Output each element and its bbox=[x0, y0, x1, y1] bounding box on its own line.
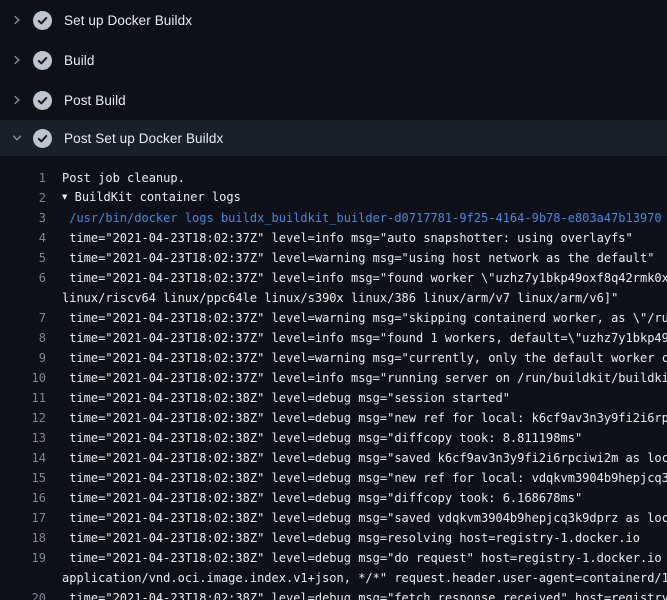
step-header-post-set-up-docker-buildx[interactable]: Post Set up Docker Buildx bbox=[0, 120, 667, 156]
log-line-number[interactable]: 12 bbox=[0, 408, 46, 428]
chevron-right-icon bbox=[10, 13, 24, 27]
log-line-text: application/vnd.oci.image.index.v1+json,… bbox=[46, 568, 667, 588]
log-group-header[interactable]: 2 ▼ BuildKit container logs bbox=[0, 188, 667, 208]
log-line: 18 time="2021-04-23T18:02:38Z" level=deb… bbox=[0, 528, 667, 548]
log-line-text: time="2021-04-23T18:02:38Z" level=debug … bbox=[46, 508, 667, 528]
log-line: 10 time="2021-04-23T18:02:37Z" level=inf… bbox=[0, 368, 667, 388]
log-line-number[interactable]: 20 bbox=[0, 588, 46, 600]
log-line-text: time="2021-04-23T18:02:38Z" level=debug … bbox=[46, 448, 667, 468]
log-line: 16 time="2021-04-23T18:02:38Z" level=deb… bbox=[0, 488, 667, 508]
log-line: 1 Post job cleanup. bbox=[0, 168, 667, 188]
check-circle-icon bbox=[33, 51, 52, 70]
log-line: 19 time="2021-04-23T18:02:38Z" level=deb… bbox=[0, 548, 667, 568]
log-line: 6 time="2021-04-23T18:02:37Z" level=info… bbox=[0, 268, 667, 288]
log-line-text: time="2021-04-23T18:02:38Z" level=debug … bbox=[46, 468, 667, 488]
log-line-number[interactable]: 16 bbox=[0, 488, 46, 508]
log-line-text: ▼ BuildKit container logs bbox=[46, 187, 667, 209]
log-lines: 1 Post job cleanup. 2 ▼ BuildKit contain… bbox=[0, 156, 667, 600]
log-line-text: time="2021-04-23T18:02:38Z" level=debug … bbox=[46, 388, 667, 408]
log-line-command: 3 /usr/bin/docker logs buildx_buildkit_b… bbox=[0, 208, 667, 228]
check-circle-icon bbox=[33, 11, 52, 30]
step-label: Post Set up Docker Buildx bbox=[64, 131, 223, 146]
log-line-number[interactable]: 11 bbox=[0, 388, 46, 408]
chevron-right-icon bbox=[10, 93, 24, 107]
log-line: 12 time="2021-04-23T18:02:38Z" level=deb… bbox=[0, 408, 667, 428]
log-line-number[interactable]: 8 bbox=[0, 328, 46, 348]
log-line-continuation: application/vnd.oci.image.index.v1+json,… bbox=[0, 568, 667, 588]
log-line: 4 time="2021-04-23T18:02:37Z" level=info… bbox=[0, 228, 667, 248]
log-line-number[interactable]: 17 bbox=[0, 508, 46, 528]
chevron-down-icon bbox=[10, 131, 24, 145]
log-line-number[interactable]: 3 bbox=[0, 208, 46, 228]
log-line-text: /usr/bin/docker logs buildx_buildkit_bui… bbox=[46, 208, 667, 228]
log-line-number[interactable]: 13 bbox=[0, 428, 46, 448]
job-log-viewer: Set up Docker Buildx Build Post Build Po… bbox=[0, 0, 667, 600]
log-line-number[interactable]: 5 bbox=[0, 248, 46, 268]
log-line-text: time="2021-04-23T18:02:37Z" level=warnin… bbox=[46, 248, 667, 268]
log-line: 15 time="2021-04-23T18:02:38Z" level=deb… bbox=[0, 468, 667, 488]
log-line-number[interactable]: 10 bbox=[0, 368, 46, 388]
step-header-build[interactable]: Build bbox=[0, 40, 667, 80]
log-line-number[interactable]: 4 bbox=[0, 228, 46, 248]
log-line-text: time="2021-04-23T18:02:37Z" level=info m… bbox=[46, 268, 667, 288]
log-line: 7 time="2021-04-23T18:02:37Z" level=warn… bbox=[0, 308, 667, 328]
log-line: 14 time="2021-04-23T18:02:38Z" level=deb… bbox=[0, 448, 667, 468]
log-line-number[interactable]: 7 bbox=[0, 308, 46, 328]
log-line-number[interactable]: 2 bbox=[0, 188, 46, 208]
check-circle-icon bbox=[33, 91, 52, 110]
log-line-number[interactable]: 15 bbox=[0, 468, 46, 488]
log-line-text: time="2021-04-23T18:02:38Z" level=debug … bbox=[46, 588, 667, 600]
log-line: 20 time="2021-04-23T18:02:38Z" level=deb… bbox=[0, 588, 667, 600]
log-line-continuation: linux/riscv64 linux/ppc64le linux/s390x … bbox=[0, 288, 667, 308]
log-line-text: time="2021-04-23T18:02:37Z" level=info m… bbox=[46, 368, 667, 388]
step-header-set-up-docker-buildx[interactable]: Set up Docker Buildx bbox=[0, 0, 667, 40]
step-label: Set up Docker Buildx bbox=[64, 13, 192, 28]
step-label: Build bbox=[64, 53, 95, 68]
log-line-text: time="2021-04-23T18:02:38Z" level=debug … bbox=[46, 408, 667, 428]
log-line-number[interactable]: 14 bbox=[0, 448, 46, 468]
log-line-text: Post job cleanup. bbox=[46, 168, 667, 188]
group-toggle-icon: ▼ bbox=[62, 188, 67, 208]
log-line: 5 time="2021-04-23T18:02:37Z" level=warn… bbox=[0, 248, 667, 268]
log-line-text: time="2021-04-23T18:02:37Z" level=warnin… bbox=[46, 348, 667, 368]
log-line-text: time="2021-04-23T18:02:37Z" level=info m… bbox=[46, 228, 667, 248]
log-line-text: time="2021-04-23T18:02:38Z" level=debug … bbox=[46, 428, 667, 448]
log-line-number[interactable]: 1 bbox=[0, 168, 46, 188]
chevron-right-icon bbox=[10, 53, 24, 67]
log-line-number[interactable]: 6 bbox=[0, 268, 46, 288]
log-line-text: time="2021-04-23T18:02:37Z" level=warnin… bbox=[46, 308, 667, 328]
log-line-text: linux/riscv64 linux/ppc64le linux/s390x … bbox=[46, 288, 667, 308]
log-line-number[interactable]: 9 bbox=[0, 348, 46, 368]
log-line: 9 time="2021-04-23T18:02:37Z" level=warn… bbox=[0, 348, 667, 368]
log-line-text: time="2021-04-23T18:02:38Z" level=debug … bbox=[46, 548, 667, 568]
steps-list: Set up Docker Buildx Build Post Build Po… bbox=[0, 0, 667, 156]
log-line: 11 time="2021-04-23T18:02:38Z" level=deb… bbox=[0, 388, 667, 408]
log-line-text: time="2021-04-23T18:02:38Z" level=debug … bbox=[46, 488, 667, 508]
log-line-number[interactable]: 18 bbox=[0, 528, 46, 548]
step-label: Post Build bbox=[64, 93, 126, 108]
log-line-number[interactable]: 19 bbox=[0, 548, 46, 568]
check-circle-icon bbox=[33, 129, 52, 148]
log-line: 8 time="2021-04-23T18:02:37Z" level=info… bbox=[0, 328, 667, 348]
log-line: 17 time="2021-04-23T18:02:38Z" level=deb… bbox=[0, 508, 667, 528]
log-line: 13 time="2021-04-23T18:02:38Z" level=deb… bbox=[0, 428, 667, 448]
log-line-text: time="2021-04-23T18:02:38Z" level=debug … bbox=[46, 528, 667, 548]
step-header-post-build[interactable]: Post Build bbox=[0, 80, 667, 120]
log-line-text: time="2021-04-23T18:02:37Z" level=info m… bbox=[46, 328, 667, 348]
